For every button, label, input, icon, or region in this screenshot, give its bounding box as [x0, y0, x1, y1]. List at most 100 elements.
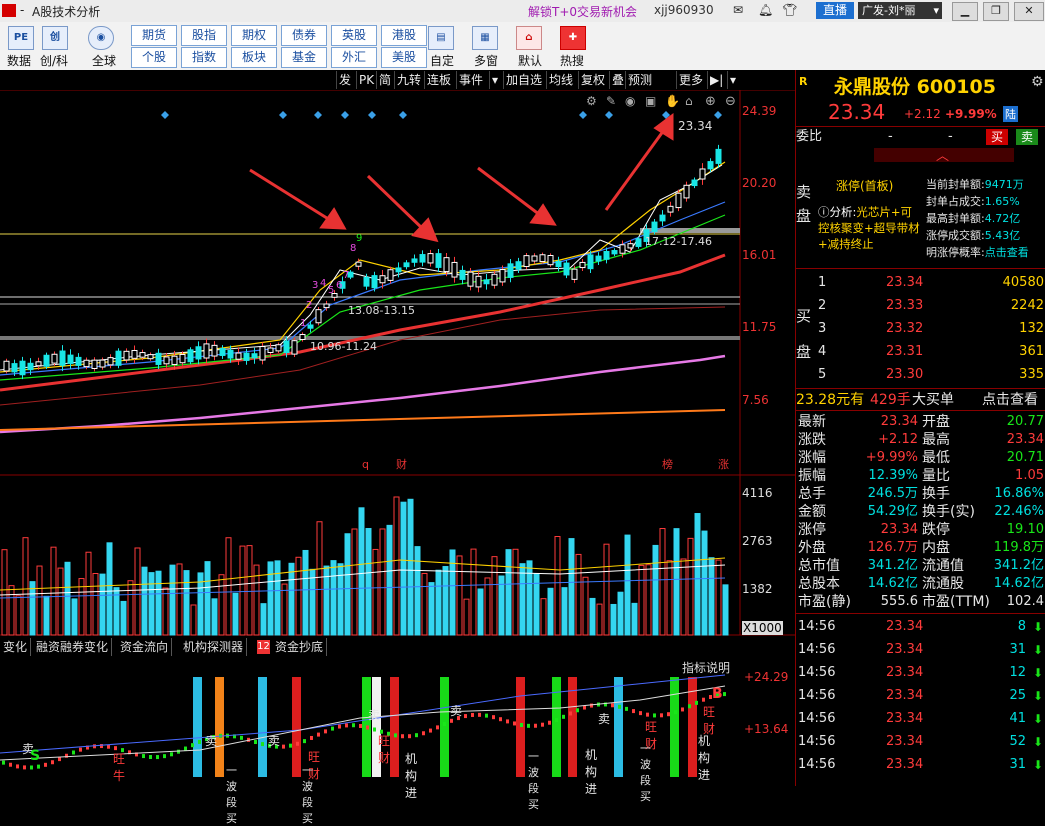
chart-tool-forecast[interactable]: 预测	[625, 71, 654, 89]
stocks-button[interactable]: 个股	[131, 47, 177, 68]
chart-tool-events[interactable]: 事件	[456, 71, 485, 89]
buy-button[interactable]: 买	[986, 129, 1008, 145]
candle	[611, 250, 618, 255]
zone-label-1: 17.12-17.46	[645, 235, 712, 248]
zone-label-3: 10.96-11.24	[310, 340, 377, 353]
forex-button[interactable]: 外汇	[331, 47, 377, 68]
volume-bar	[610, 603, 617, 636]
promo-link[interactable]: 解锁T+0交易新机会	[528, 3, 637, 20]
us-stocks-button[interactable]: 美股	[381, 47, 427, 68]
indicator-dot	[548, 720, 551, 725]
indicator-dot	[443, 722, 446, 727]
chart-tool-publish[interactable]: 发	[336, 71, 353, 89]
quote-key: 跌停	[922, 522, 950, 538]
volume-bar	[176, 563, 183, 636]
uk-stocks-button[interactable]: 英股	[331, 25, 377, 46]
hotsearch-icon[interactable]: ✚	[560, 26, 586, 50]
bonds-button[interactable]: 债券	[281, 25, 327, 46]
stock-index-futures-button[interactable]: 股指	[181, 25, 227, 46]
lock-icon[interactable]: ⌂	[685, 94, 693, 108]
bag-icon[interactable]: ▣	[645, 94, 656, 108]
zone-label-2: 13.08-13.15	[348, 304, 415, 317]
expand-toggle[interactable]: ︿	[874, 148, 1014, 164]
event-limitup-label[interactable]: 涨	[718, 458, 729, 471]
data-label[interactable]: 数据	[7, 52, 31, 69]
candle	[323, 303, 330, 309]
chart-tool-lianban[interactable]: 连板	[424, 71, 453, 89]
hk-stocks-button[interactable]: 港股	[381, 25, 427, 46]
candle	[563, 262, 570, 276]
chart-tool-overlay[interactable]: 叠	[609, 71, 626, 89]
chart-menu-chevron-icon[interactable]: ▾	[727, 71, 738, 89]
volume-bar	[589, 597, 596, 636]
shirt-icon[interactable]: 👕︎	[782, 3, 797, 17]
candle	[267, 347, 274, 354]
options-button[interactable]: 期权	[231, 25, 277, 46]
global-icon[interactable]: ◉	[88, 26, 114, 50]
futures-button[interactable]: 期货	[131, 25, 177, 46]
mail-icon[interactable]: ✉	[733, 3, 743, 17]
indicator-help-link[interactable]: 指标说明	[682, 659, 730, 676]
bell-icon[interactable]: 🔔︎	[758, 3, 773, 17]
live-button[interactable]: 直播	[816, 2, 854, 19]
minimize-button[interactable]: ▁	[952, 2, 978, 21]
big-order-link[interactable]: 点击查看	[982, 391, 1038, 409]
index-button[interactable]: 指数	[181, 47, 227, 68]
panel-collapse-icon[interactable]: ▶|	[707, 71, 725, 89]
event-finance-label[interactable]: 财	[396, 457, 407, 471]
chart-tool-ma[interactable]: 均线	[546, 71, 575, 89]
chuangke-icon[interactable]: 创	[42, 26, 68, 50]
zoom-out-icon[interactable]: ⊖	[725, 94, 736, 109]
hand-icon[interactable]: ✋	[665, 94, 680, 108]
candle	[155, 352, 162, 365]
tab-institution-detector[interactable]: 机构探测器	[180, 638, 248, 656]
chuangke-label[interactable]: 创/科	[40, 52, 68, 69]
candle	[539, 254, 546, 263]
chart-tool-add-watch[interactable]: 加自选	[503, 71, 544, 89]
global-label[interactable]: 全球	[92, 52, 116, 69]
chart-tool-simple[interactable]: 简	[376, 71, 393, 89]
kline-chart-area[interactable]: ⚙ ✎ ◉ ▣ ✋ ⌂ ⊕ ⊖ 23.34 17.12-17.46 13.08-…	[0, 90, 795, 786]
data-icon[interactable]: PE	[8, 26, 34, 50]
fund-button[interactable]: 基金	[281, 47, 327, 68]
zoom-in-icon[interactable]: ⊕	[705, 94, 716, 109]
candle	[179, 353, 186, 364]
sector-button[interactable]: 板块	[231, 47, 277, 68]
tab-fund-flow[interactable]: 资金流向	[117, 638, 173, 656]
tab-bottom-fishing[interactable]: 资金抄底	[272, 638, 328, 656]
custom-label[interactable]: 自定	[430, 52, 454, 69]
chart-tool-adjust[interactable]: 复权	[578, 71, 607, 89]
close-button[interactable]: ✕	[1014, 2, 1044, 21]
restore-button[interactable]: ❐	[983, 2, 1009, 21]
candle	[211, 344, 218, 357]
event-q-label[interactable]: q	[362, 458, 369, 471]
multiwin-icon[interactable]: ▦	[472, 26, 498, 50]
stock-name[interactable]: 永鼎股份 600105	[834, 72, 996, 99]
tab-margin-change[interactable]: 融资融券变化	[33, 638, 113, 656]
event-rank-label[interactable]: 榜	[662, 457, 673, 471]
username[interactable]: xjj960930	[654, 3, 714, 17]
default-icon[interactable]: ⌂	[516, 26, 542, 50]
chart-tool-nine-turn[interactable]: 九转	[394, 71, 423, 89]
limit-up-probability-link[interactable]: 点击查看	[985, 246, 1029, 259]
default-label[interactable]: 默认	[518, 52, 542, 69]
multiwin-label[interactable]: 多窗	[474, 52, 498, 69]
events-dropdown-icon[interactable]: ▾	[489, 71, 504, 89]
settings-icon[interactable]: ⚙	[586, 94, 597, 108]
indicator-dot	[282, 744, 285, 749]
limit-up-analysis[interactable]: ⓘ分析:光芯片+可控核聚变+超导带材+减持终止	[818, 204, 923, 252]
chart-tool-more[interactable]: 更多	[676, 71, 705, 89]
account-select[interactable]: 广发-刘*丽 ▾	[858, 2, 942, 19]
candle	[459, 269, 466, 280]
sell-button[interactable]: 卖	[1016, 129, 1038, 145]
volume-bar	[169, 564, 176, 636]
eye-icon[interactable]: ◉	[625, 94, 635, 108]
indicator-dot	[149, 755, 152, 760]
chart-tool-pk[interactable]: PK	[356, 71, 376, 89]
volume-bar	[638, 564, 645, 636]
custom-icon[interactable]: ▤	[428, 26, 454, 50]
tab-change[interactable]: 变化	[0, 638, 32, 656]
settings-gear-icon[interactable]: ⚙	[1031, 74, 1044, 90]
draw-pen-icon[interactable]: ✎	[606, 94, 616, 108]
hotsearch-label[interactable]: 热搜	[560, 52, 584, 69]
